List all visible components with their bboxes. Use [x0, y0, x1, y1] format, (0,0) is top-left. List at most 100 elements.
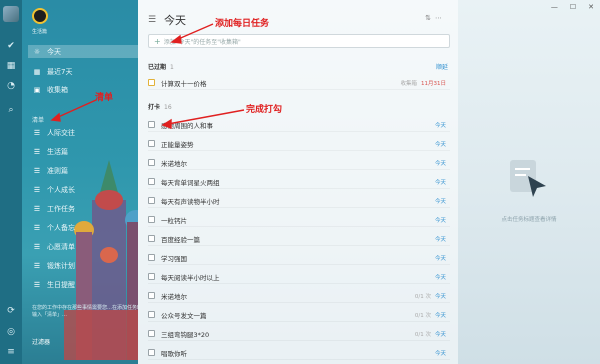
group-header-daily[interactable]: 打卡 16 — [148, 102, 172, 111]
detail-hint: 点击任务标题查看详情 — [501, 217, 557, 223]
task-checkbox[interactable] — [148, 140, 155, 147]
task-panel: ☰ 今天 ⇅⋯ + 添加"今天"的任务至"收集箱" 已过期 1 顺延 计算双十一价… — [138, 0, 458, 364]
task-row[interactable]: 感谢周围的人和事 今天 — [148, 118, 450, 132]
task-checkbox[interactable] — [148, 292, 155, 299]
sort-icon[interactable]: ⇅ — [425, 14, 435, 22]
task-row[interactable]: 每天阅读半小时以上 今天 — [148, 270, 450, 284]
task-title: 公众号发文一篇 — [161, 311, 207, 320]
annotation-check-done: 完成打勾 — [246, 105, 283, 115]
task-row[interactable]: 唱歌你听 今天 — [148, 346, 450, 360]
task-checkbox[interactable] — [148, 159, 155, 166]
add-task-input[interactable]: + 添加"今天"的任务至"收集箱" — [148, 34, 450, 48]
minimize-icon[interactable]: — — [551, 3, 558, 11]
task-date: 今天 — [434, 122, 446, 129]
task-checkbox[interactable] — [148, 311, 155, 318]
menu-icon[interactable]: ☰ — [148, 15, 160, 25]
task-checkbox[interactable] — [148, 349, 155, 356]
task-row[interactable]: 正能量姿势 今天 — [148, 137, 450, 151]
sidebar-item-week[interactable]: ▦ 最近7天 17 — [28, 65, 138, 78]
sidebar-item-label: 工作任务 — [47, 204, 75, 213]
task-title: 百度经验一篇 — [161, 235, 200, 244]
task-title: 米诺地尔 — [161, 159, 187, 168]
task-checkbox[interactable] — [148, 273, 155, 280]
task-row[interactable]: 公众号发文一篇 0/1 次今天 — [148, 308, 450, 322]
sidebar-item-label: 心愿清单 — [47, 242, 75, 251]
add-task-placeholder: 添加"今天"的任务至"收集箱" — [163, 38, 241, 46]
sidebar-list-item[interactable]: ☰ 人际交往 13 — [28, 126, 138, 139]
window-controls: — ☐ ✕ — [551, 3, 594, 11]
detail-panel: — ☐ ✕ 点击任务标题查看详情 — [458, 0, 600, 364]
sidebar-item-label: 个人成长 — [47, 185, 75, 194]
close-icon[interactable]: ✕ — [588, 3, 594, 11]
list-icon: ☰ — [33, 166, 41, 175]
sidebar-list-item[interactable]: ☰ 个人成长 — [28, 183, 138, 196]
sidebar-filter[interactable]: 过滤器 — [32, 337, 50, 346]
list-icon: ☰ — [33, 223, 41, 232]
annotation-list: 清单 — [95, 93, 114, 103]
task-title: 正能量姿势 — [161, 140, 194, 149]
list-icon: ☰ — [33, 185, 41, 194]
inbox-icon: ▣ — [33, 85, 41, 94]
check-icon[interactable]: ✔ — [5, 40, 17, 52]
task-checkbox[interactable] — [148, 121, 155, 128]
task-progress: 0/1 次 — [414, 331, 431, 338]
sidebar-list-item[interactable]: ☰ 生日提醒 — [28, 278, 138, 291]
task-row[interactable]: 一粒钙片 今天 — [148, 213, 450, 227]
task-checkbox[interactable] — [148, 254, 155, 261]
task-row[interactable]: 百度经验一篇 今天 — [148, 232, 450, 246]
search-icon[interactable]: ⌕ — [5, 104, 17, 116]
panel-header: ☰ 今天 — [148, 12, 186, 28]
sidebar-item-label: 人际交往 — [47, 128, 75, 137]
app-name: 生活篇 — [32, 29, 48, 35]
sync-icon[interactable]: ⟳ — [5, 305, 17, 317]
notification-icon[interactable]: ◎ — [5, 326, 17, 338]
task-checkbox[interactable] — [148, 235, 155, 242]
postpone-button[interactable]: 顺延 — [436, 62, 448, 71]
task-row[interactable]: 三组弯钩腿3*20 0/1 次今天 — [148, 327, 450, 341]
sidebar-item-inbox[interactable]: ▣ 收集箱 1 — [28, 83, 138, 96]
task-checkbox[interactable] — [148, 216, 155, 223]
task-row[interactable]: 每天有声读物半小时 今天 — [148, 194, 450, 208]
task-row[interactable]: 米诺地尔 今天 — [148, 156, 450, 170]
sidebar-list-item[interactable]: ☰ 个人备忘 — [28, 221, 138, 234]
sidebar-item-label: 今天 — [47, 47, 61, 56]
task-date: 今天 — [434, 141, 446, 148]
task-row[interactable]: 米诺地尔 0/1 次今天 — [148, 289, 450, 303]
maximize-icon[interactable]: ☐ — [570, 3, 576, 11]
task-date: 今天 — [434, 217, 446, 224]
sidebar-item-today[interactable]: ☼ 今天 17 — [28, 45, 138, 58]
task-title: 每天有声读物半小时 — [161, 197, 220, 206]
task-row[interactable]: 计算双十一价格 收集箱 11月31日 — [148, 76, 450, 90]
task-row[interactable]: 学习强国 今天 — [148, 251, 450, 265]
task-list: 收集箱 — [400, 80, 417, 87]
task-checkbox[interactable] — [148, 330, 155, 337]
group-header-overdue[interactable]: 已过期 1 — [148, 62, 174, 71]
more-icon[interactable]: ⋯ — [435, 14, 446, 22]
sidebar-item-label: 收集箱 — [47, 85, 68, 94]
group-count: 16 — [164, 104, 172, 111]
task-title: 每天阅读半小时以上 — [161, 273, 220, 282]
list-icon: ☰ — [33, 204, 41, 213]
task-row[interactable]: 每天背单词星火两组 今天 — [148, 175, 450, 189]
sidebar-list-item[interactable]: ☰ 准则篇 — [28, 164, 138, 177]
pomodoro-icon[interactable]: ◔ — [5, 80, 17, 92]
task-date: 今天 — [434, 350, 446, 357]
sidebar-item-label: 生日提醒 — [47, 280, 75, 289]
task-checkbox[interactable] — [148, 79, 155, 86]
task-title: 唱歌你听 — [161, 349, 187, 358]
sun-icon: ☼ — [33, 47, 41, 56]
sidebar-list-item[interactable]: ☰ 生活篇 — [28, 145, 138, 158]
sidebar-item-label: 个人备忘 — [47, 223, 75, 232]
task-date: 今天 — [434, 274, 446, 281]
task-checkbox[interactable] — [148, 178, 155, 185]
task-date: 今天 — [434, 331, 446, 338]
task-title: 感谢周围的人和事 — [161, 121, 213, 130]
sidebar-list-item[interactable]: ☰ 工作任务 — [28, 202, 138, 215]
task-checkbox[interactable] — [148, 197, 155, 204]
sidebar-list-item[interactable]: ☰ 心愿清单 — [28, 240, 138, 253]
sidebar-tip: 在您的工作中存在那些事情需要您…在添加任务时输入「清单」… — [32, 305, 138, 318]
avatar[interactable] — [3, 6, 19, 22]
more-icon[interactable]: ≡ — [5, 346, 17, 358]
sidebar-list-item[interactable]: ☰ 锻炼计划 — [28, 259, 138, 272]
calendar-icon[interactable]: ▦ — [5, 60, 17, 72]
